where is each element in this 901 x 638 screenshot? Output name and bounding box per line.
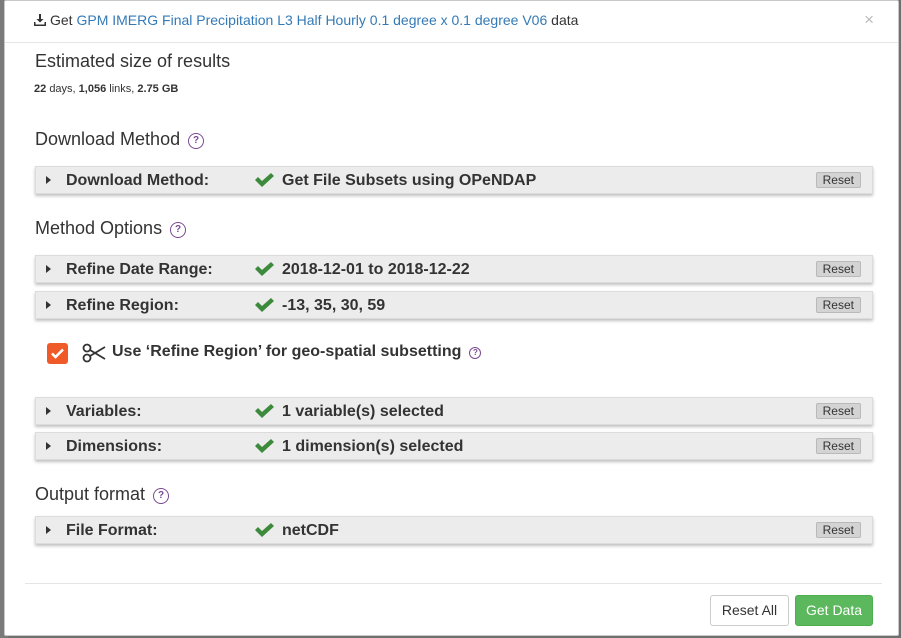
panel-label: File Format: [66,522,158,539]
total-size: 2.75 GB [137,83,179,95]
subset-checkbox[interactable] [47,343,68,364]
links-count: 1,056 [78,83,107,95]
panel-dimensions[interactable]: Dimensions: 1 dimension(s) selected Rese… [35,432,873,460]
get-data-modal: Get GPM IMERG Final Precipitation L3 Hal… [4,0,899,636]
subset-option-label: Use ‘Refine Region’ for geo-spatial subs… [112,343,482,361]
title-suffix: data [551,12,579,28]
reset-button[interactable]: Reset [815,261,861,277]
method-options-heading: Method Options? [35,218,187,239]
panel-label: Download Method: [66,172,210,189]
checkmark-icon [255,262,274,276]
caret-right-icon [46,526,51,534]
panel-label: Refine Date Range: [66,261,213,278]
scissors-icon [82,343,106,363]
help-icon[interactable]: ? [170,222,187,238]
modal-title: Get GPM IMERG Final Precipitation L3 Hal… [34,12,578,28]
panel-value: -13, 35, 30, 59 [282,297,386,314]
estimate-title: Estimated size of results [35,51,231,71]
title-prefix: Get [50,12,73,28]
caret-right-icon [46,301,51,309]
panel-label: Refine Region: [66,297,179,314]
subset-option-text: Use ‘Refine Region’ for geo-spatial subs… [112,343,462,360]
caret-right-icon [46,265,51,273]
panel-variables[interactable]: Variables: 1 variable(s) selected Reset [35,397,873,425]
estimate-summary: 22 days, 1,056 links, 2.75 GB [34,83,178,95]
checkmark-icon [51,348,64,359]
help-icon[interactable]: ? [469,347,482,359]
links-unit: links, [109,83,135,95]
panel-value: 1 dimension(s) selected [282,438,464,455]
reset-button[interactable]: Reset [815,438,861,454]
panel-region[interactable]: Refine Region: -13, 35, 30, 59 Reset [35,291,873,319]
checkmark-icon [255,173,274,187]
panel-value: Get File Subsets using OPeNDAP [282,172,537,189]
close-icon[interactable]: × [864,11,874,28]
method-options-heading-text: Method Options [35,218,163,238]
output-format-heading-text: Output format [35,484,146,504]
reset-button[interactable]: Reset [815,297,861,313]
footer-divider [25,583,882,584]
download-method-heading: Download Method? [35,129,205,150]
panel-value: 1 variable(s) selected [282,403,444,420]
dataset-link[interactable]: GPM IMERG Final Precipitation L3 Half Ho… [76,12,547,28]
panel-file-format[interactable]: File Format: netCDF Reset [35,516,873,544]
get-data-button[interactable]: Get Data [795,595,873,626]
panel-download-method[interactable]: Download Method: Get File Subsets using … [35,166,873,194]
output-format-heading: Output format? [35,484,170,505]
caret-right-icon [46,407,51,415]
days-count: 22 [34,83,47,95]
reset-button[interactable]: Reset [815,403,861,419]
help-icon[interactable]: ? [153,488,170,504]
checkmark-icon [255,439,274,453]
help-icon[interactable]: ? [188,133,205,149]
panel-label: Variables: [66,403,142,420]
reset-button[interactable]: Reset [815,522,861,538]
checkmark-icon [255,404,274,418]
caret-right-icon [46,176,51,184]
reset-button[interactable]: Reset [815,172,861,188]
modal-header: Get GPM IMERG Final Precipitation L3 Hal… [5,1,898,43]
panel-date-range[interactable]: Refine Date Range: 2018-12-01 to 2018-12… [35,255,873,283]
panel-value: netCDF [282,522,339,539]
reset-all-button[interactable]: Reset All [710,595,789,626]
panel-value: 2018-12-01 to 2018-12-22 [282,261,470,278]
days-unit: days, [49,83,76,95]
caret-right-icon [46,442,51,450]
checkmark-icon [255,523,274,537]
checkmark-icon [255,298,274,312]
download-method-heading-text: Download Method [35,129,181,149]
panel-label: Dimensions: [66,438,163,455]
download-icon [34,14,46,26]
